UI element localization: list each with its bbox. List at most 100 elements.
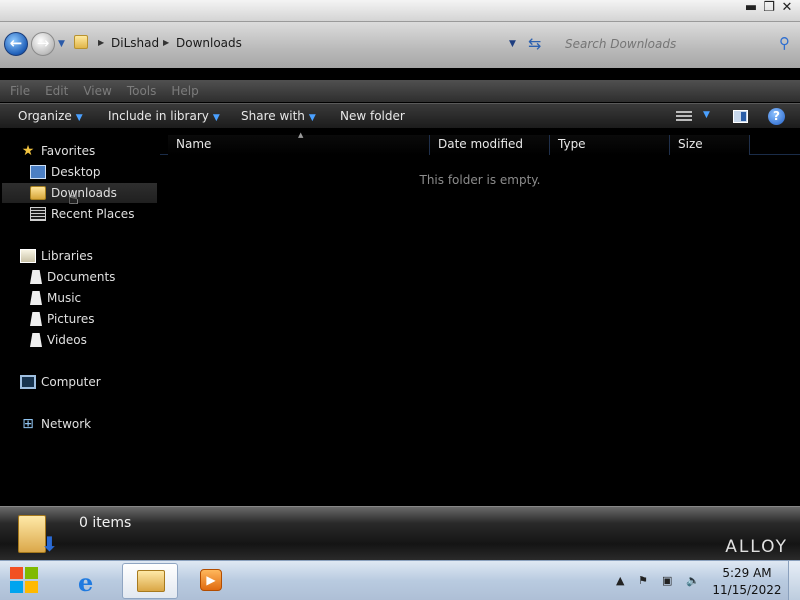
menu-edit[interactable]: Edit: [45, 84, 68, 98]
music-library-icon: [30, 291, 42, 305]
new-folder-button[interactable]: New folder: [340, 109, 405, 123]
column-date-modified[interactable]: Date modified: [430, 135, 550, 155]
maximize-button[interactable]: ❐: [762, 1, 776, 16]
nav-videos-label: Videos: [47, 333, 87, 347]
taskbar-internet-explorer[interactable]: e: [62, 563, 118, 599]
libraries-icon: [20, 249, 36, 263]
chevron-down-icon: ▼: [308, 113, 316, 123]
column-header-row: Name ▲ Date modified Type Size: [160, 131, 800, 155]
address-history-dropdown[interactable]: ▼: [509, 39, 516, 49]
close-button[interactable]: ✕: [780, 1, 794, 16]
clock-time[interactable]: 5:29 AM: [710, 566, 784, 580]
nav-favorites-label: Favorites: [41, 144, 96, 158]
nav-documents[interactable]: Documents: [30, 267, 115, 287]
forward-button[interactable]: →: [31, 32, 55, 56]
nav-network-label: Network: [41, 417, 92, 431]
search-input[interactable]: [560, 33, 796, 55]
show-desktop-button[interactable]: [788, 561, 800, 600]
nav-recent-places-label: Recent Places: [51, 207, 135, 221]
nav-downloads-label: Downloads: [51, 186, 117, 200]
nav-music-label: Music: [47, 291, 82, 305]
menu-bar: File Edit View Tools Help: [0, 80, 800, 102]
nav-desktop[interactable]: Desktop: [30, 162, 101, 182]
organize-button[interactable]: Organize ▼: [18, 109, 83, 123]
chevron-down-icon: ▼: [75, 113, 83, 123]
details-pane: ⬇ 0 items ALLOY: [0, 506, 800, 560]
help-button[interactable]: ?: [768, 108, 785, 125]
preview-pane-icon[interactable]: [733, 110, 748, 123]
windows-logo-icon: [10, 567, 23, 579]
desktop-icon: [30, 165, 46, 179]
empty-folder-message: This folder is empty.: [419, 173, 541, 187]
window-titlebar: ▬ ❐ ✕: [0, 0, 800, 22]
chevron-down-icon: ▼: [212, 113, 220, 123]
nav-downloads[interactable]: Downloads: [2, 183, 157, 203]
nav-music[interactable]: Music: [30, 288, 81, 308]
search-icon[interactable]: ⚲: [779, 34, 790, 52]
recent-places-icon: [30, 207, 46, 221]
breadcrumb-dilshad[interactable]: DiLshad: [111, 36, 159, 50]
view-options-dropdown[interactable]: ▼: [703, 110, 710, 120]
start-button[interactable]: [10, 567, 40, 595]
nav-pictures[interactable]: Pictures: [30, 309, 95, 329]
arrow-right-icon: →: [36, 34, 50, 52]
menu-help[interactable]: Help: [171, 84, 198, 98]
breadcrumb-downloads[interactable]: Downloads: [176, 36, 242, 50]
nav-network[interactable]: ⊞ Network: [20, 414, 91, 434]
nav-videos[interactable]: Videos: [30, 330, 87, 350]
volume-muted-icon[interactable]: 🔈: [686, 574, 700, 587]
organize-label: Organize: [18, 109, 72, 123]
file-list-pane: Name ▲ Date modified Type Size This fold…: [160, 130, 800, 506]
show-hidden-icons-icon[interactable]: ▲: [616, 574, 624, 587]
back-button[interactable]: ←: [4, 32, 28, 56]
internet-explorer-icon: e: [78, 568, 94, 597]
nav-desktop-label: Desktop: [51, 165, 101, 179]
taskbar-media-player[interactable]: ▶: [182, 563, 238, 599]
share-with-button[interactable]: Share with ▼: [241, 109, 316, 123]
download-arrow-icon: ⬇: [41, 532, 58, 556]
menu-tools[interactable]: Tools: [127, 84, 157, 98]
menu-file[interactable]: File: [10, 84, 30, 98]
hand-cursor-icon: ☝: [68, 188, 79, 209]
navigation-pane: ★ Favorites Desktop Downloads Recent Pla…: [0, 130, 160, 506]
breadcrumb-separator-icon[interactable]: ▶: [163, 38, 169, 47]
address-bar: ← → ▼ ▶ DiLshad ▶ Downloads ▼ ⇆ ⚲: [0, 22, 800, 68]
command-bar: Organize ▼ Include in library ▼ Share with…: [0, 103, 800, 129]
computer-icon: [20, 375, 36, 389]
downloads-folder-icon: [30, 186, 46, 200]
recent-pages-dropdown[interactable]: ▼: [58, 39, 65, 49]
nav-computer[interactable]: Computer: [20, 372, 101, 392]
action-center-flag-icon[interactable]: ⚑: [638, 574, 648, 587]
star-icon: ★: [21, 143, 35, 159]
nav-pictures-label: Pictures: [47, 312, 95, 326]
nav-recent-places[interactable]: Recent Places: [30, 204, 134, 224]
network-status-icon[interactable]: ▣: [662, 574, 672, 587]
minimize-button[interactable]: ▬: [744, 1, 758, 16]
nav-computer-label: Computer: [41, 375, 101, 389]
nav-libraries[interactable]: Libraries: [20, 246, 93, 266]
change-view-icon[interactable]: [676, 111, 692, 123]
arrow-left-icon: ←: [9, 34, 23, 52]
media-player-icon: ▶: [200, 569, 222, 591]
clock-date[interactable]: 11/15/2022: [710, 583, 784, 597]
column-type[interactable]: Type: [550, 135, 670, 155]
refresh-icon[interactable]: ⇆: [528, 34, 541, 53]
share-with-label: Share with: [241, 109, 305, 123]
breadcrumb-separator-icon[interactable]: ▶: [98, 38, 104, 47]
taskbar: e ▶ ▲ ⚑ ▣ 🔈 5:29 AM 11/15/2022: [0, 560, 800, 600]
nav-libraries-label: Libraries: [41, 249, 93, 263]
taskbar-windows-explorer[interactable]: [122, 563, 178, 599]
include-in-library-button[interactable]: Include in library ▼: [108, 109, 220, 123]
menu-view[interactable]: View: [83, 84, 111, 98]
pictures-library-icon: [30, 312, 42, 326]
item-count: 0 items: [79, 515, 132, 531]
nav-documents-label: Documents: [47, 270, 116, 284]
folder-icon: [74, 35, 88, 49]
videos-library-icon: [30, 333, 42, 347]
documents-library-icon: [30, 270, 42, 284]
column-size[interactable]: Size: [670, 135, 750, 155]
window-controls: ▬ ❐ ✕: [744, 1, 794, 16]
include-in-library-label: Include in library: [108, 109, 209, 123]
nav-favorites[interactable]: ★ Favorites: [20, 141, 96, 161]
theme-brand-logo: ALLOY: [725, 537, 788, 557]
